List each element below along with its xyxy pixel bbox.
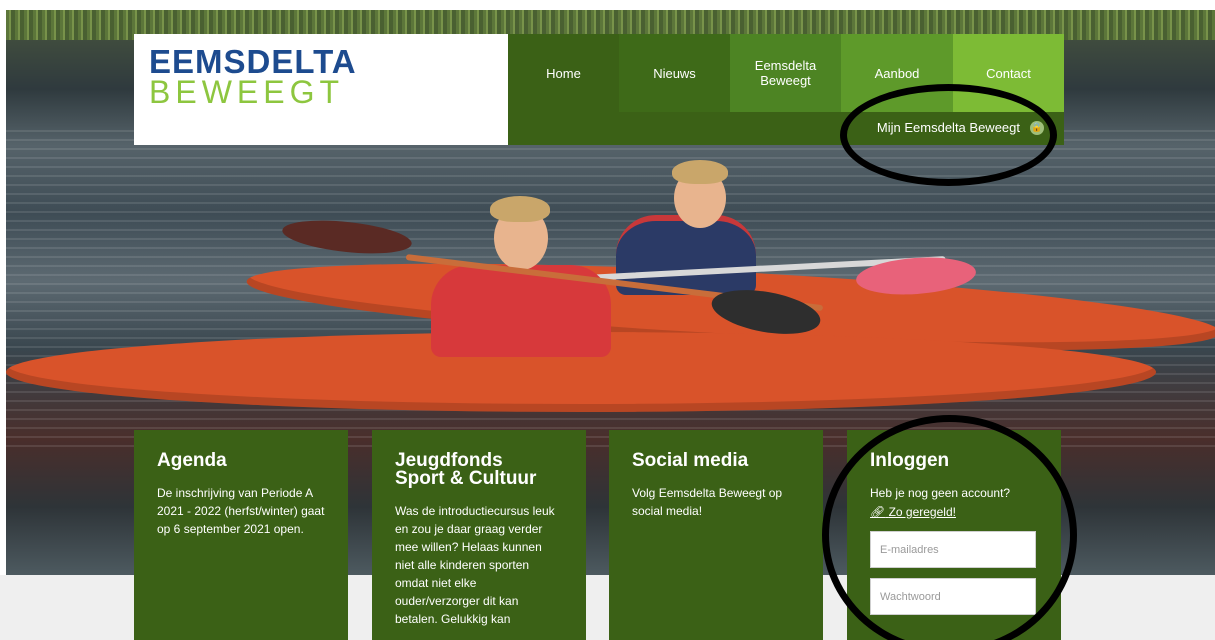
account-link[interactable]: Mijn Eemsdelta Beweegt 🔒: [877, 120, 1044, 135]
nav-aanbod[interactable]: Aanbod: [841, 34, 953, 112]
card-jeugdfonds-text: Was de introductiecursus leuk en zou je …: [395, 504, 555, 626]
signup-link[interactable]: 🔗︎ Zo geregeld!: [870, 505, 956, 519]
login-question: Heb je nog geen account?: [870, 486, 1011, 500]
nav-contact[interactable]: Contact: [953, 34, 1064, 112]
email-field[interactable]: [870, 531, 1036, 568]
card-login: Inloggen Heb je nog geen account? 🔗︎ Zo …: [847, 430, 1061, 640]
card-jeugdfonds-title: Jeugdfonds Sport & Cultuur: [395, 450, 537, 489]
card-social-media-title: Social media: [632, 450, 749, 471]
nav-nieuws[interactable]: Nieuws: [619, 34, 730, 112]
card-social-media: Social media Volg Eemsdelta Beweegt op s…: [609, 430, 823, 640]
account-link-label: Mijn Eemsdelta Beweegt: [876, 120, 1020, 135]
signup-link-label: Zo geregeld!: [888, 505, 956, 519]
kid-back-hair: [672, 160, 728, 184]
link-icon: 🔗︎: [870, 505, 886, 519]
logo-line-2: BEWEEGT: [149, 74, 345, 110]
kid-front-hair: [490, 196, 550, 222]
card-agenda-text: De inschrijving van Periode A 2021 - 202…: [157, 486, 325, 536]
main-navigation: Home Nieuws Eemsdelta Beweegt Aanbod Con…: [508, 34, 1064, 145]
site-logo[interactable]: EEMSDELTA BEWEEGT: [134, 34, 508, 145]
card-agenda: Agenda De inschrijving van Periode A 202…: [134, 430, 348, 640]
lock-icon: 🔒: [1030, 120, 1044, 135]
card-jeugdfonds: Jeugdfonds Sport & Cultuur Was de introd…: [372, 430, 586, 640]
card-login-title: Inloggen: [870, 450, 950, 471]
nav-home[interactable]: Home: [508, 34, 619, 112]
card-agenda-title: Agenda: [157, 450, 227, 471]
nav-eemsdelta-beweegt-label: Eemsdelta Beweegt: [754, 58, 817, 88]
password-field[interactable]: [870, 578, 1036, 615]
nav-eemsdelta-beweegt[interactable]: Eemsdelta Beweegt: [730, 34, 841, 112]
card-social-media-text: Volg Eemsdelta Beweegt op social media!: [632, 486, 783, 518]
